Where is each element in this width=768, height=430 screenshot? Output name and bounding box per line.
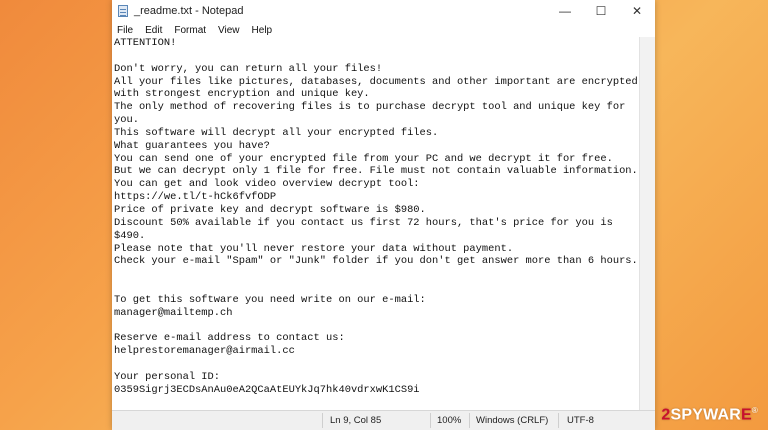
menu-edit[interactable]: Edit (139, 25, 168, 36)
title-bar[interactable]: _readme.txt - Notepad — ☐ ✕ (112, 0, 655, 22)
status-separator (430, 413, 431, 428)
notepad-window: _readme.txt - Notepad — ☐ ✕ File Edit Fo… (112, 0, 655, 430)
line-endings: Windows (CRLF) (476, 415, 549, 426)
window-controls: — ☐ ✕ (547, 0, 655, 22)
menu-help[interactable]: Help (246, 25, 279, 36)
menu-format[interactable]: Format (168, 25, 212, 36)
maximize-button[interactable]: ☐ (583, 0, 619, 22)
zoom-level: 100% (437, 415, 462, 426)
encoding: UTF-8 (567, 415, 594, 426)
menu-bar: File Edit Format View Help (112, 22, 655, 38)
window-title: _readme.txt - Notepad (134, 5, 244, 17)
menu-file[interactable]: File (112, 25, 139, 36)
vertical-scrollbar[interactable] (639, 37, 655, 410)
text-editor[interactable]: ATTENTION! Don't worry, you can return a… (112, 37, 639, 410)
cursor-position: Ln 9, Col 85 (330, 415, 382, 426)
status-bar: Ln 9, Col 85 100% Windows (CRLF) UTF-8 (112, 410, 655, 430)
minimize-button[interactable]: — (547, 0, 583, 22)
close-button[interactable]: ✕ (619, 0, 655, 22)
status-separator (469, 413, 470, 428)
spyware-watermark-logo: 2SPYWARE® (661, 405, 758, 423)
status-separator (322, 413, 323, 428)
document-text[interactable]: ATTENTION! Don't worry, you can return a… (112, 37, 639, 397)
status-separator (558, 413, 559, 428)
menu-view[interactable]: View (212, 25, 246, 36)
notepad-icon (118, 5, 128, 17)
